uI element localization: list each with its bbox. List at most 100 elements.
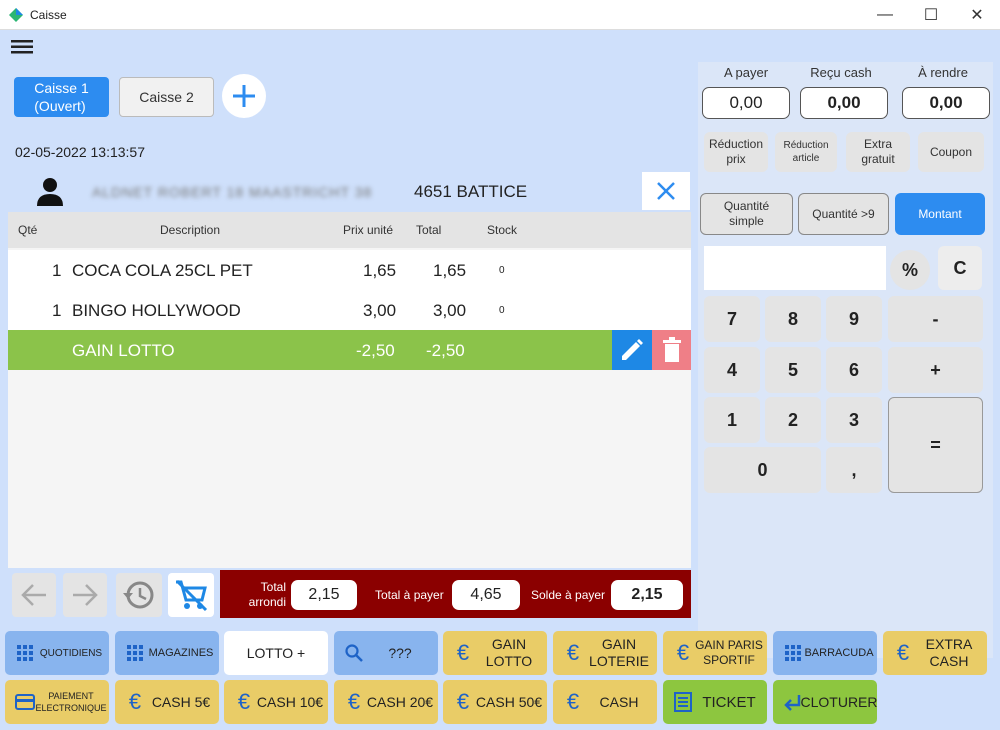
euro-icon: € [237,689,251,714]
key-2[interactable]: 2 [765,397,821,443]
edit-row-button[interactable] [612,330,652,370]
key-1[interactable]: 1 [704,397,760,443]
plus-icon [233,85,255,107]
card-icon [13,690,37,714]
row-unit-price: 1,65 [363,261,397,280]
cash-50-label: CASH 50€ [475,693,543,710]
gain-lotto-button[interactable]: € GAIN LOTTO [443,631,547,675]
key-8[interactable]: 8 [765,296,821,342]
barracuda-button[interactable]: BARRACUDA [773,631,877,675]
row-qty: 1 [52,261,62,280]
cloturer-label: CLOTURER [800,693,878,710]
history-button[interactable] [116,573,162,617]
to-pay-label: A payer [723,65,769,80]
plus-key[interactable]: + [888,347,983,393]
datetime-label: 02-05-2022 13:13:57 [15,144,145,160]
quantity-over-9-button[interactable]: Quantité >9 [798,193,889,235]
key-4[interactable]: 4 [704,347,760,393]
amount-mode-button[interactable]: Montant [895,193,985,235]
clear-cart-button[interactable] [168,573,214,617]
extra-free-button[interactable]: Extra gratuit [846,132,910,172]
quotidiens-button[interactable]: QUOTIDIENS [5,631,109,675]
table-row[interactable]: 1 COCA COLA 25CL PET 1,65 1,65 0 [8,250,691,290]
hamburger-menu-icon[interactable] [11,40,33,54]
row-stock: 0 [499,305,505,316]
app-body: Caisse 1 (Ouvert) Caisse 2 02-05-2022 13… [0,30,1000,730]
lotto-plus-button[interactable]: LOTTO + [224,631,328,675]
gain-paris-sportif-button[interactable]: € GAIN PARIS SPORTIF [663,631,767,675]
rounded-total-value: 2,15 [291,580,357,610]
equals-key[interactable]: = [888,397,983,493]
row-description: GAIN LOTTO [72,341,175,360]
header-qty: Qté [18,223,38,237]
customer-city: 4651 BATTICE [414,182,528,201]
customer-bar: ALDNET ROBERT 18 MAASTRICHT 38 4651 BATT… [8,172,691,212]
row-total: 1,65 [433,261,467,280]
key-3[interactable]: 3 [826,397,882,443]
minimize-button[interactable]: — [862,0,908,30]
euro-icon: € [347,689,361,714]
tab-caisse-1[interactable]: Caisse 1 (Ouvert) [14,77,109,117]
article-reduction-button[interactable]: Réduction article [775,132,837,172]
table-row[interactable]: 1 BINGO HOLLYWOOD 3,00 3,00 0 [8,290,691,330]
cash-20-button[interactable]: € CASH 20€ [334,680,438,724]
cart-remove-icon [175,579,208,612]
gain-loterie-button[interactable]: € GAIN LOTERIE [553,631,657,675]
ticket-button[interactable]: TICKET [663,680,767,724]
key-9[interactable]: 9 [826,296,882,342]
search-label: ??? [388,644,412,661]
cash-10-button[interactable]: € CASH 10€ [224,680,328,724]
forward-button[interactable] [63,573,107,617]
history-icon [123,581,154,609]
extra-cash-button[interactable]: € EXTRA CASH [883,631,987,675]
cash-received-field[interactable]: 0,00 [800,87,888,119]
barracuda-label: BARRACUDA [804,646,874,659]
comma-key[interactable]: , [826,447,882,493]
percent-key[interactable]: % [890,250,930,290]
close-window-button[interactable]: ✕ [954,0,1000,30]
search-icon [342,641,366,665]
search-button[interactable]: ??? [334,631,438,675]
total-to-pay-value: 4,65 [452,580,520,610]
keypad-display[interactable] [704,246,886,290]
header-description: Description [160,223,221,237]
tab-caisse-2[interactable]: Caisse 2 [119,77,214,117]
clear-customer-button[interactable] [642,172,690,210]
back-button[interactable] [12,573,56,617]
cash-50-button[interactable]: € CASH 50€ [443,680,547,724]
magazines-label: MAGAZINES [148,646,214,659]
key-0[interactable]: 0 [704,447,821,493]
cloturer-button[interactable]: CLOTURER [773,680,878,724]
key-5[interactable]: 5 [765,347,821,393]
paiement-electronique-button[interactable]: PAIEMENT ELECTRONIQUE [5,680,109,724]
simple-quantity-button[interactable]: Quantité simple [700,193,793,235]
euro-icon: € [456,689,470,714]
euro-icon: € [456,640,470,665]
quotidiens-label: QUOTIDIENS [39,647,103,659]
magazines-button[interactable]: MAGAZINES [115,631,219,675]
row-unit-price: 3,00 [363,301,397,320]
total-to-pay-label: Total à payer [375,588,444,602]
maximize-button[interactable]: ☐ [908,0,954,30]
minus-key[interactable]: - [888,296,983,342]
to-pay-field[interactable]: 0,00 [702,87,790,119]
change-field[interactable]: 0,00 [902,87,990,119]
cash-10-label: CASH 10€ [256,693,324,710]
price-reduction-button[interactable]: Réduction prix [704,132,768,172]
header-total: Total [416,223,442,237]
clear-key[interactable]: C [938,246,982,290]
coupon-button[interactable]: Coupon [918,132,984,172]
cash-button[interactable]: € CASH [553,680,657,724]
key-6[interactable]: 6 [826,347,882,393]
balance-value: 2,15 [611,580,683,610]
key-7[interactable]: 7 [704,296,760,342]
cash-5-button[interactable]: € CASH 5€ [115,680,219,724]
table-row-selected[interactable]: GAIN LOTTO -2,50 -2,50 [8,330,691,370]
add-tab-button[interactable] [222,74,266,118]
customer-name: ALDNET ROBERT 18 MAASTRICHT 38 [92,184,373,200]
ticket-table: Qté Description Prix unité Total Stock 1… [8,212,691,568]
extra-cash-label: EXTRA CASH [925,636,973,669]
euro-icon: € [128,689,142,714]
header-stock: Stock [487,223,518,237]
delete-row-button[interactable] [652,330,691,370]
